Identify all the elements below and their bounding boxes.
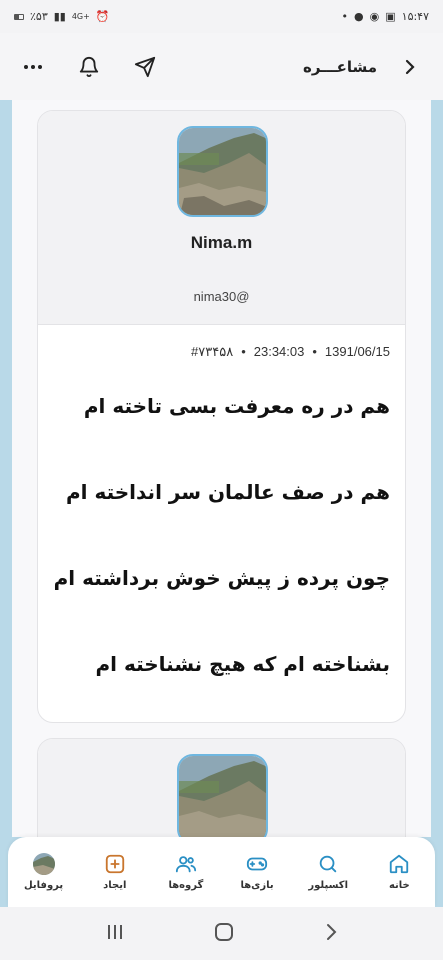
home-icon (390, 854, 409, 874)
poem-verse: چون پرده ز پیش خوش برداشته ام (53, 566, 390, 590)
nav-create[interactable]: ایجاد (80, 853, 150, 891)
nav-profile[interactable]: پروفایل (9, 853, 79, 891)
status-bar: ٪۵۳ ▮▮ 4G+ ⏰ • ● ◉ ▣ ۱۵:۴۷ (0, 0, 443, 33)
poem-body: هم در ره معرفت بسی تاخته ام هم در صف عال… (50, 391, 390, 722)
avatar (32, 853, 55, 875)
post-card[interactable]: Nima.m nima30@ #۷۳۴۵۸ • 23:34:03 • 1391/… (37, 110, 406, 723)
poem-verse: هم در صف عالمان سر انداخته ام (65, 480, 390, 504)
nav-home[interactable]: خانه (364, 853, 434, 891)
post-author-section[interactable]: Nima.m nima30@ (38, 111, 405, 325)
author-avatar[interactable] (177, 754, 268, 837)
plus-square-icon (105, 854, 124, 874)
nav-groups[interactable]: گروه‌ها (151, 853, 221, 891)
bell-icon[interactable] (74, 52, 104, 82)
bottom-nav: خانه اکسپلور بازی‌ها گروه‌ها ایجاد پروفا… (8, 837, 435, 907)
battery-icon (14, 13, 24, 20)
back-icon[interactable] (324, 922, 338, 946)
home-button-icon[interactable] (214, 922, 234, 946)
post-author-section[interactable] (38, 739, 405, 837)
record-icon: ◉ (369, 10, 380, 23)
poem-verse: بشناخته ام که هیچ نشناخته ام (95, 652, 390, 676)
gamepad-icon (246, 857, 268, 871)
page-title: مشاعـــره (303, 57, 377, 76)
image-icon: ▣ (385, 10, 396, 23)
nav-label: پروفایل (23, 880, 64, 891)
author-name[interactable]: Nima.m (38, 233, 405, 253)
system-nav-bar (0, 907, 443, 960)
header-actions (18, 52, 160, 82)
network-type: 4G+ (71, 12, 90, 21)
meta-separator: • (312, 344, 317, 359)
header-title-group: مشاعـــره (303, 52, 425, 82)
status-time: ۱۵:۴۷ (401, 10, 429, 23)
post-time: 23:34:03 (253, 344, 305, 359)
signal-icon: ▮▮ (53, 10, 66, 23)
feed[interactable]: Nima.m nima30@ #۷۳۴۵۸ • 23:34:03 • 1391/… (12, 100, 431, 837)
battery-level: ٪۵۳ (30, 10, 48, 23)
nav-explore[interactable]: اکسپلور (293, 853, 363, 891)
post-card[interactable] (37, 738, 406, 837)
users-icon (175, 856, 196, 873)
nav-label: خانه (388, 880, 410, 891)
nav-label: بازی‌ها (240, 880, 274, 891)
nav-games[interactable]: بازی‌ها (222, 853, 292, 891)
app-header: مشاعـــره (0, 33, 443, 100)
nav-label: اکسپلور (308, 880, 348, 891)
post-id: #۷۳۴۵۸ (191, 344, 234, 359)
recents-icon[interactable] (105, 923, 125, 945)
dot-icon: • (341, 10, 349, 23)
author-handle[interactable]: nima30@ (38, 289, 405, 304)
meta-separator: • (241, 344, 246, 359)
status-left: ٪۵۳ ▮▮ 4G+ ⏰ (14, 10, 110, 23)
author-avatar[interactable] (177, 126, 268, 217)
alarm-icon: ⏰ (95, 10, 110, 23)
poem-verse: هم در ره معرفت بسی تاخته ام (83, 394, 390, 418)
more-icon[interactable] (18, 52, 48, 82)
send-icon[interactable] (130, 52, 160, 82)
nav-label: ایجاد (103, 880, 127, 891)
status-right: • ● ◉ ▣ ۱۵:۴۷ (342, 10, 429, 23)
post-date: 1391/06/15 (324, 344, 390, 359)
post-meta: #۷۳۴۵۸ • 23:34:03 • 1391/06/15 (191, 344, 390, 360)
nav-label: گروه‌ها (168, 880, 204, 891)
chevron-right-icon[interactable] (395, 52, 425, 82)
search-icon (319, 855, 337, 873)
app-icon: ● (354, 10, 364, 23)
